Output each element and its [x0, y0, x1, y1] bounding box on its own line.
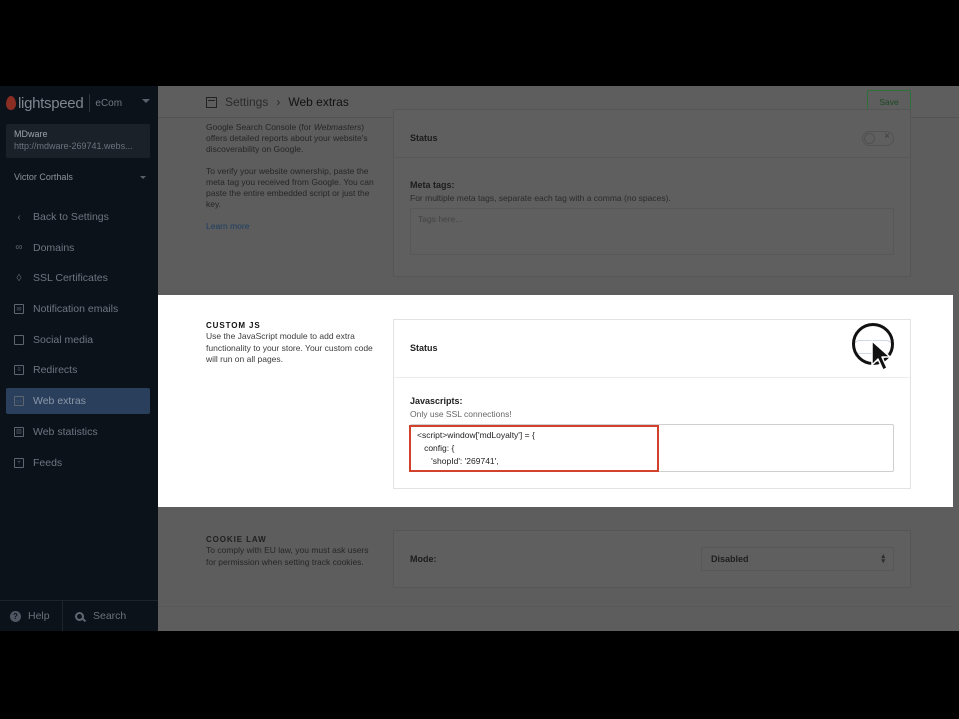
section-description: Use the JavaScript module to add extra f… — [206, 331, 373, 364]
chart-icon: ▥ — [14, 426, 24, 437]
select-arrows-icon: ▴ ▾ — [881, 553, 885, 565]
brand-divider — [89, 94, 91, 112]
custom-js-description: CUSTOM JS Use the JavaScript module to a… — [206, 320, 374, 366]
help-label: Help — [28, 610, 50, 622]
sidebar-item-label: Redirects — [33, 364, 78, 377]
javascripts-label: Javascripts: — [410, 396, 463, 406]
sidebar-item-label: Domains — [33, 241, 75, 254]
meta-tags-help: For multiple meta tags, separate each ta… — [410, 193, 671, 203]
shop-name: MDware — [14, 129, 48, 139]
sidebar-nav: ‹ Back to Settings ∞ Domains ◊ SSL Certi… — [6, 204, 150, 480]
sidebar-item-label: Back to Settings — [33, 211, 109, 223]
meta-description: Google Search Console (for Webmasters) o… — [206, 122, 374, 243]
status-toggle[interactable] — [862, 131, 894, 146]
learn-more-link[interactable]: Learn more — [206, 221, 374, 232]
page-title: Web extras — [288, 95, 349, 109]
sidebar-item-label: SSL Certificates — [33, 272, 108, 285]
mode-select[interactable]: Disabled ▴ ▾ — [701, 547, 894, 571]
search-icon — [75, 611, 84, 621]
divider — [394, 377, 910, 378]
javascripts-help: Only use SSL connections! — [410, 409, 512, 419]
sidebar-item-ssl-certificates[interactable]: ◊ SSL Certificates — [6, 265, 150, 291]
custom-js-section: CUSTOM JS Use the JavaScript module to a… — [158, 295, 953, 507]
help-icon: ? — [10, 610, 21, 622]
meta-tags-card: Status Meta tags: For multiple meta tags… — [393, 109, 911, 277]
divider — [394, 157, 910, 158]
sidebar-item-web-statistics[interactable]: ▥ Web statistics — [6, 419, 150, 445]
custom-js-card: Status Javascripts: Only use SSL connect… — [393, 319, 911, 489]
sidebar-item-social-media[interactable]: Social media — [6, 327, 150, 353]
status-label: Status — [410, 133, 438, 143]
app-window: lightspeed eCom MDware http://mdware-269… — [0, 86, 959, 631]
divider — [158, 606, 953, 607]
user-menu[interactable]: Victor Corthals — [14, 172, 146, 182]
sidebar-footer: ? Help Search — [0, 600, 158, 631]
sidebar: lightspeed eCom MDware http://mdware-269… — [0, 86, 158, 631]
sidebar-item-domains[interactable]: ∞ Domains — [6, 235, 150, 261]
chevron-down-icon — [140, 176, 146, 179]
search-console-text: Google Search Console (for Webmasters) o… — [206, 122, 368, 154]
flame-icon — [6, 96, 16, 110]
sidebar-item-back-to-settings[interactable]: ‹ Back to Settings — [6, 204, 150, 230]
meta-tags-input[interactable]: Tags here... — [410, 208, 894, 255]
breadcrumb: Settings › Web extras — [206, 95, 349, 109]
plus-box-icon: + — [14, 457, 24, 468]
sidebar-item-notification-emails[interactable]: ✉ Notification emails — [6, 296, 150, 322]
mode-label: Mode: — [410, 554, 437, 564]
brand-name: lightspeed — [18, 94, 84, 112]
sidebar-item-web-extras[interactable]: ▭ Web extras — [6, 388, 150, 415]
search-label: Search — [93, 610, 127, 622]
window-icon — [206, 96, 217, 108]
meta-tags-label: Meta tags: — [410, 180, 455, 190]
verify-text: To verify your website ownership, paste … — [206, 166, 374, 209]
mail-icon: ✉ — [14, 304, 24, 315]
sidebar-item-label: Feeds — [33, 456, 63, 469]
cookie-law-card: Mode: Disabled ▴ ▾ — [393, 530, 911, 588]
cookie-law-description: COOKIE LAW To comply with EU law, you mu… — [206, 534, 374, 568]
window-icon: ▭ — [14, 396, 24, 407]
sidebar-item-feeds[interactable]: + Feeds — [6, 450, 150, 476]
status-label: Status — [410, 343, 438, 353]
shop-url: http://mdware-269741.webs... — [14, 141, 133, 151]
list-icon: ≡ — [14, 365, 24, 376]
sidebar-item-label: Web extras — [33, 395, 86, 408]
sidebar-item-label: Notification emails — [33, 303, 119, 316]
search-button[interactable]: Search — [63, 610, 126, 622]
section-description: To comply with EU law, you must ask user… — [206, 545, 369, 567]
section-title: CUSTOM JS — [206, 321, 261, 330]
shield-icon: ◊ — [16, 272, 22, 284]
sidebar-item-label: Web statistics — [33, 425, 98, 438]
toggle-knob — [864, 133, 875, 144]
chevron-right-icon: › — [276, 95, 281, 109]
link-icon: ∞ — [15, 242, 23, 254]
cookie-law-section: COOKIE LAW To comply with EU law, you mu… — [158, 507, 953, 631]
chevron-down-icon[interactable] — [142, 99, 150, 103]
chat-icon — [14, 334, 24, 345]
chevron-left-icon: ‹ — [17, 211, 21, 223]
product-name: eCom — [95, 97, 123, 109]
user-name: Victor Corthals — [14, 172, 73, 182]
cursor-arrow-icon — [871, 340, 891, 371]
meta-tags-section: Google Search Console (for Webmasters) o… — [158, 109, 953, 297]
sidebar-item-redirects[interactable]: ≡ Redirects — [6, 357, 150, 383]
sidebar-item-label: Social media — [33, 333, 94, 346]
shop-switcher[interactable]: MDware http://mdware-269741.webs... — [6, 124, 150, 158]
help-button[interactable]: ? Help — [0, 601, 63, 631]
mode-value: Disabled — [711, 554, 749, 564]
code-highlight-box — [409, 425, 659, 472]
section-title: COOKIE LAW — [206, 535, 267, 544]
brand-logo[interactable]: lightspeed eCom — [6, 93, 122, 113]
breadcrumb-settings[interactable]: Settings — [225, 95, 268, 109]
